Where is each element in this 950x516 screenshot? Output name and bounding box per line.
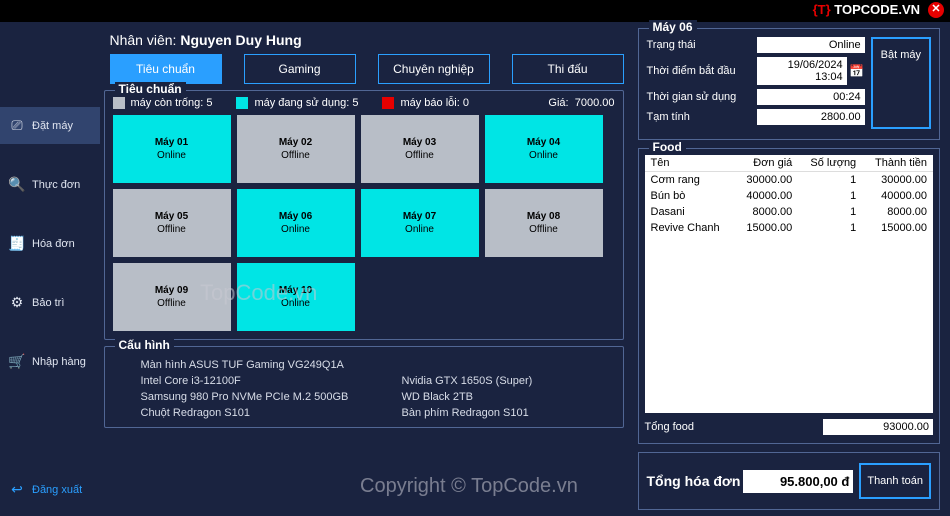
config-item: Màn hình ASUS TUF Gaming VG249Q1A [113,359,354,371]
food-table: TênĐơn giáSố lượngThành tiềnCơm rang3000… [645,155,934,413]
config-item: WD Black 2TB [374,391,615,403]
food-row[interactable]: Dasani8000.0018000.00 [645,204,934,220]
sidebar: ⎚Đặt máy 🔍Thực đơn 🧾Hóa đơn ⚙Bảo trì 🛒Nhập h… [0,22,100,516]
duration-field: 00:24 [757,89,865,105]
machine-tile[interactable]: Máy 03Offline [361,115,479,183]
sidebar-item[interactable]: 🧾Hóa đơn [0,225,100,262]
power-button[interactable]: Bật máy [871,37,931,129]
config-item [374,359,615,371]
machine-tile[interactable]: Máy 05Offline [113,189,231,257]
sidebar-item[interactable]: ⚙Bảo trì [0,284,100,321]
sidebar-item[interactable]: 🔍Thực đơn [0,166,100,203]
staff-label: Nhân viên: Nguyen Duy Hung [104,28,624,54]
nav-icon: 🛒 [8,353,26,370]
food-row[interactable]: Cơm rang30000.00130000.00 [645,172,934,189]
machine-tile[interactable]: Máy 08Offline [485,189,603,257]
machine-tile[interactable]: Máy 01Online [113,115,231,183]
invoice-total: Tổng hóa đơn 95.800,00 đ Thanh toán [638,452,941,510]
machine-detail: Máy 06 Trạng tháiOnline Thời điểm bắt đầ… [638,28,941,140]
food-total-field: 93000.00 [823,419,933,435]
nav-icon: ⎚ [8,117,26,134]
tier-tab[interactable]: Tiêu chuẩn [110,54,222,84]
machine-tile[interactable]: Máy 04Online [485,115,603,183]
logout-button[interactable]: ↩Đăng xuất [0,471,100,508]
status-summary: máy còn trống: 5 máy đang sử dụng: 5 máy… [113,97,615,109]
status-field: Online [757,37,865,53]
title-bar: {T} TOPCODE.VN ✕ [0,0,950,22]
error-swatch [382,97,394,109]
machine-grid: Máy 01OnlineMáy 02OfflineMáy 03OfflineMá… [113,115,615,331]
free-swatch [113,97,125,109]
machine-tile[interactable]: Máy 09Offline [113,263,231,331]
config-item: Bàn phím Redragon S101 [374,407,615,419]
config-item: Chuột Redragon S101 [113,407,354,419]
tier-tabs: Tiêu chuẩn Gaming Chuyên nghiệp Thi đấu [104,54,624,84]
tier-tab[interactable]: Gaming [244,54,356,84]
sidebar-item[interactable]: 🛒Nhập hàng [0,343,100,380]
nav-icon: ⚙ [8,294,26,311]
config-item: Intel Core i3-12100F [113,375,354,387]
config-item: Nvidia GTX 1650S (Super) [374,375,615,387]
nav-icon: 🔍 [8,176,26,193]
config-group: Cấu hình Màn hình ASUS TUF Gaming VG249Q… [104,346,624,428]
grand-total-field: 95.800,00 đ [743,470,853,493]
use-swatch [236,97,248,109]
machine-tile[interactable]: Máy 10Online [237,263,355,331]
tier-tab[interactable]: Thi đấu [512,54,624,84]
subtotal-field: 2800.00 [757,109,865,125]
start-field: 19/06/2024 13:04 [757,57,847,85]
sidebar-item[interactable]: ⎚Đặt máy [0,107,100,144]
tier-title: Tiêu chuẩn [115,82,186,96]
food-title: Food [649,140,686,154]
machine-tile[interactable]: Máy 06Online [237,189,355,257]
nav-icon: 🧾 [8,235,26,252]
food-group: Food TênĐơn giáSố lượngThành tiềnCơm ran… [638,148,941,444]
tier-group: Tiêu chuẩn máy còn trống: 5 máy đang sử … [104,90,624,340]
food-row[interactable]: Bún bò40000.00140000.00 [645,188,934,204]
brand-logo: {T} TOPCODE.VN [813,2,920,17]
calendar-icon[interactable]: 📅 [849,64,865,78]
machine-tile[interactable]: Máy 02Offline [237,115,355,183]
config-item: Samsung 980 Pro NVMe PCIe M.2 500GB [113,391,354,403]
detail-title: Máy 06 [649,20,697,34]
tier-tab[interactable]: Chuyên nghiệp [378,54,490,84]
close-icon[interactable]: ✕ [928,2,944,18]
config-title: Cấu hình [115,338,174,352]
machine-tile[interactable]: Máy 07Online [361,189,479,257]
food-row[interactable]: Revive Chanh15000.00115000.00 [645,220,934,236]
logout-icon: ↩ [8,481,26,498]
pay-button[interactable]: Thanh toán [859,463,931,499]
